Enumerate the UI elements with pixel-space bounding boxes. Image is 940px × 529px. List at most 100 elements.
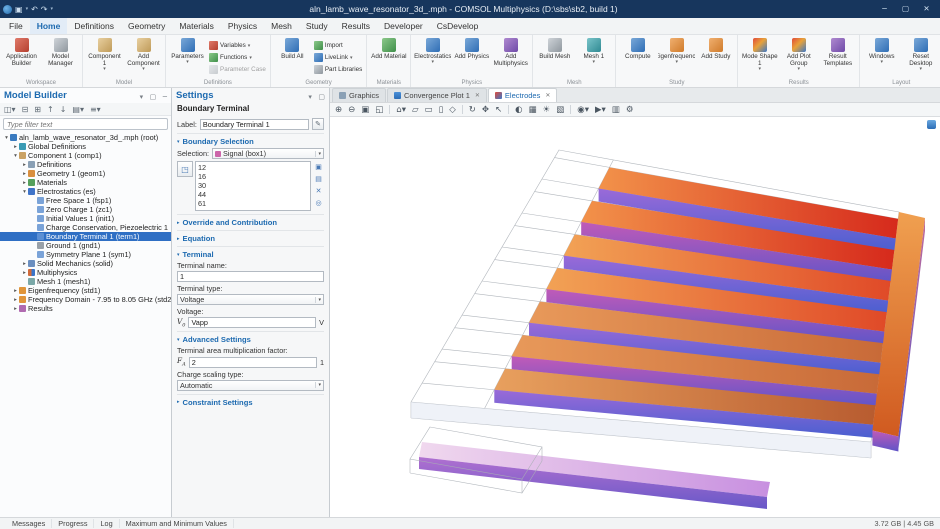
menu-tab-results[interactable]: Results — [335, 18, 377, 34]
menu-tab-csdevelop[interactable]: CsDevelop — [430, 18, 486, 34]
show-options-icon[interactable]: ▤▾ — [72, 105, 84, 114]
environment-reflections-icon[interactable]: ▧ — [556, 105, 564, 115]
settings-menu-icon[interactable]: ▾ — [308, 93, 312, 101]
selection-list-item[interactable]: 30 — [198, 181, 308, 190]
physics-interface-button[interactable]: Electrostatics — [414, 37, 451, 66]
part-libraries-button[interactable]: Part Libraries — [312, 64, 364, 75]
menu-tab-definitions[interactable]: Definitions — [67, 18, 121, 34]
zoom-out-icon[interactable]: ⊖ — [348, 105, 355, 115]
model-tree-menu-icon[interactable]: ◫▾ — [4, 105, 16, 114]
parameters-button[interactable]: Parameters — [169, 37, 206, 66]
collapse-all-icon[interactable]: ⊟ — [22, 105, 29, 114]
model-builder-collapse-icon[interactable]: ─ — [163, 93, 167, 101]
tree-expanded-icon[interactable]: ▾ — [12, 153, 19, 159]
remove-from-selection-icon[interactable]: ✕ — [313, 185, 324, 196]
tree-node[interactable]: Zero Charge 1 (zc1) — [0, 205, 171, 214]
tree-node[interactable]: Ground 1 (gnd1) — [0, 241, 171, 250]
menu-tab-file[interactable]: File — [2, 18, 30, 34]
tree-node[interactable]: ▸Definitions — [0, 160, 171, 169]
save-icon[interactable]: ▣ — [15, 5, 23, 14]
tree-collapsed-icon[interactable]: ▸ — [12, 144, 19, 150]
menu-tab-geometry[interactable]: Geometry — [121, 18, 172, 34]
move-up-icon[interactable]: ↑ — [47, 105, 54, 114]
build-mesh-button[interactable]: Build Mesh — [536, 37, 573, 60]
print-icon[interactable]: ▥ — [612, 105, 620, 115]
status-tab-log[interactable]: Log — [94, 519, 119, 528]
paste-selection-icon[interactable]: ▤ — [313, 173, 324, 184]
tree-node[interactable]: ▸Results — [0, 304, 171, 313]
tree-node[interactable]: Initial Values 1 (init1) — [0, 214, 171, 223]
tree-collapsed-icon[interactable]: ▸ — [12, 306, 19, 312]
expand-all-icon[interactable]: ⊞ — [34, 105, 41, 114]
plot-group-selector-button[interactable]: Mode Shape 1 — [741, 37, 778, 73]
plot-settings-icon[interactable]: ⚙ — [626, 105, 634, 115]
mesh1-button[interactable]: Mesh 1 — [575, 37, 612, 66]
status-tab-progress[interactable]: Progress — [52, 519, 94, 528]
tree-node[interactable]: ▸Solid Mechanics (solid) — [0, 259, 171, 268]
tree-collapsed-icon[interactable]: ▸ — [21, 162, 28, 168]
tree-node[interactable]: Mesh 1 (mesh1) — [0, 277, 171, 286]
livelink-button[interactable]: LiveLink — [312, 52, 364, 63]
menu-tab-study[interactable]: Study — [299, 18, 335, 34]
maximize-button[interactable]: ▢ — [895, 0, 916, 18]
build-all-button[interactable]: Build All — [274, 37, 311, 60]
move-down-icon[interactable]: ↓ — [60, 105, 67, 114]
zoom-extents-icon[interactable]: ▣ — [361, 105, 369, 115]
graphics-canvas[interactable] — [330, 117, 940, 517]
selection-dropdown[interactable]: Signal (box1) ▾ — [212, 148, 324, 159]
terminal-name-field[interactable] — [177, 271, 324, 282]
menu-tab-developer[interactable]: Developer — [377, 18, 430, 34]
label-field[interactable] — [200, 119, 309, 130]
scene-light-icon[interactable]: ☀ — [543, 105, 551, 115]
tree-node[interactable]: ▾Electrostatics (es) — [0, 187, 171, 196]
view-yz-plane-icon[interactable]: ▭ — [425, 105, 433, 115]
close-button[interactable]: ✕ — [916, 0, 937, 18]
view-zx-plane-icon[interactable]: ▯ — [439, 105, 444, 115]
tree-node[interactable]: ▸Global Definitions — [0, 142, 171, 151]
resonator-3d-plot[interactable] — [330, 117, 939, 517]
variables-button[interactable]: Variables — [207, 40, 268, 51]
menu-tab-mesh[interactable]: Mesh — [264, 18, 299, 34]
save-menu-arrow-icon[interactable]: ▾ — [26, 6, 29, 12]
section-constraint-settings[interactable]: ▸ Constraint Settings — [177, 394, 324, 407]
add-study-button[interactable]: Add Study — [697, 37, 734, 60]
tree-node[interactable]: ▾aln_lamb_wave_resonator_3d_.mph (root) — [0, 133, 171, 142]
tree-node[interactable]: Symmetry Plane 1 (sym1) — [0, 250, 171, 259]
zoom-box-icon[interactable]: ◱ — [375, 105, 383, 115]
parameter-case-button[interactable]: Parameter Case — [207, 64, 268, 75]
terminal-type-dropdown[interactable]: Voltage ▾ — [177, 294, 324, 305]
tree-collapsed-icon[interactable]: ▸ — [21, 261, 28, 267]
tree-collapsed-icon[interactable]: ▸ — [21, 180, 28, 186]
charge-scaling-dropdown[interactable]: Automatic ▾ — [177, 380, 324, 391]
status-tab-maximum-and-minimum-values[interactable]: Maximum and Minimum Values — [120, 519, 234, 528]
rotate-icon[interactable]: ↻ — [469, 105, 476, 115]
tree-node[interactable]: ▸Eigenfrequency (std1) — [0, 286, 171, 295]
menu-tab-home[interactable]: Home — [30, 18, 68, 34]
image-snapshot-icon[interactable]: ◉▾ — [577, 105, 589, 115]
menu-tab-materials[interactable]: Materials — [172, 18, 220, 34]
area-factor-field[interactable] — [189, 357, 317, 368]
section-boundary-selection[interactable]: ▾ Boundary Selection — [177, 133, 324, 146]
tree-node[interactable]: ▸Geometry 1 (geom1) — [0, 169, 171, 178]
zoom-in-icon[interactable]: ⊕ — [335, 105, 342, 115]
application-builder-button[interactable]: Application Builder — [3, 37, 40, 67]
tree-node[interactable]: Charge Conservation, Piezoelectric 1 — [0, 223, 171, 232]
tree-collapsed-icon[interactable]: ▸ — [21, 171, 28, 177]
model-builder-detach-icon[interactable]: ▢ — [150, 93, 157, 101]
close-tab-icon[interactable]: ✕ — [545, 92, 550, 99]
compute-button[interactable]: Compute — [619, 37, 656, 60]
minimize-button[interactable]: ─ — [874, 0, 895, 18]
tree-node[interactable]: ▸Multiphysics — [0, 268, 171, 277]
section-advanced-settings[interactable]: ▾ Advanced Settings — [177, 331, 324, 344]
animation-icon[interactable]: ▶▾ — [595, 105, 606, 115]
tree-node[interactable]: ▾Component 1 (comp1) — [0, 151, 171, 160]
status-tab-messages[interactable]: Messages — [6, 519, 52, 528]
selection-list-item[interactable]: 44 — [198, 190, 308, 199]
close-tab-icon[interactable]: ✕ — [475, 92, 480, 99]
tree-node[interactable]: ▸Materials — [0, 178, 171, 187]
filter-input[interactable] — [7, 120, 164, 129]
import-button[interactable]: Import — [312, 40, 364, 51]
orthographic-projection-icon[interactable]: ◇ — [449, 105, 456, 115]
redo-icon[interactable]: ↷ — [41, 5, 48, 14]
section-terminal[interactable]: ▾ Terminal — [177, 246, 324, 259]
